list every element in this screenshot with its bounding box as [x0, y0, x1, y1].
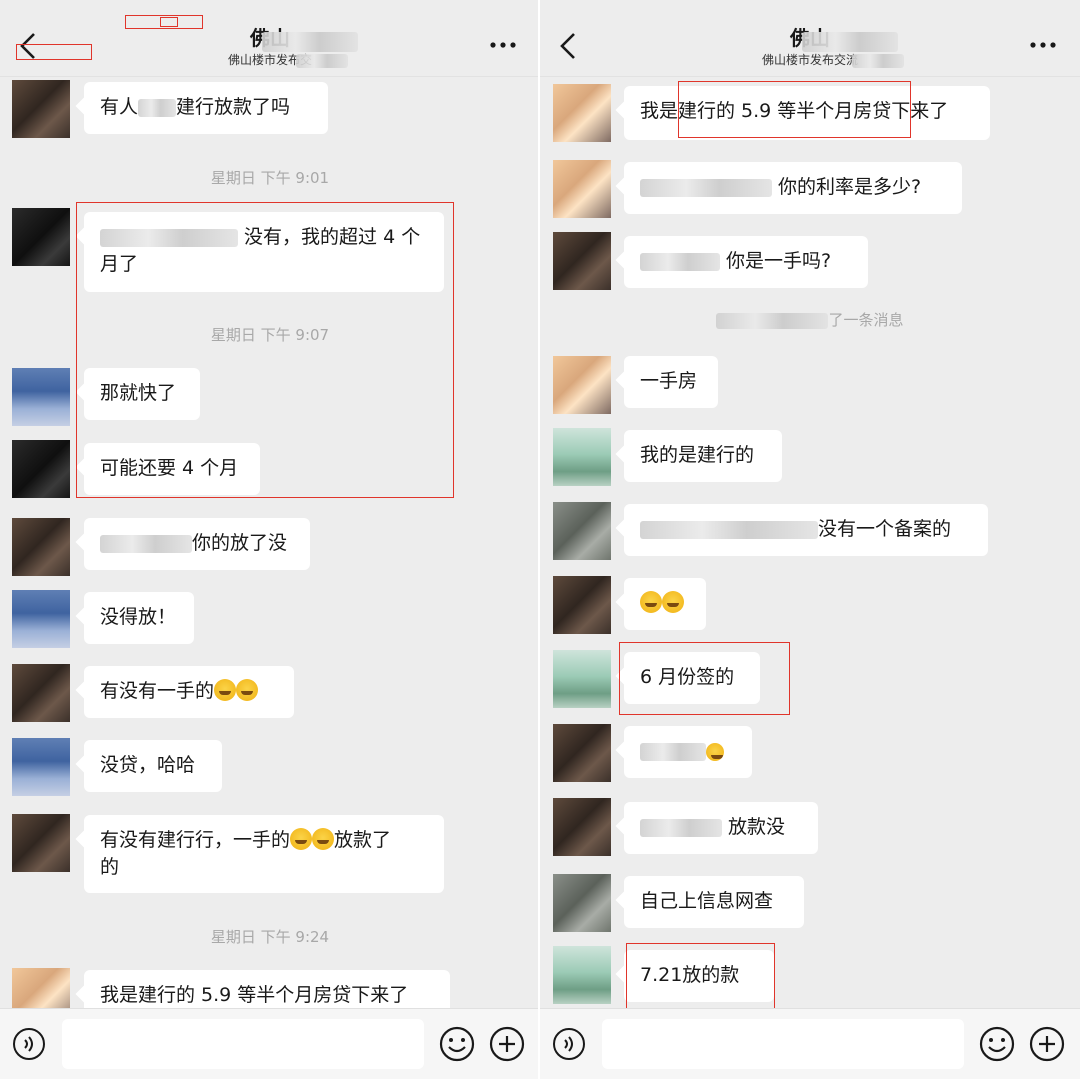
timestamp: 星期日 下午 9:01 — [210, 169, 330, 187]
avatar[interactable] — [12, 664, 70, 722]
message-input[interactable] — [602, 1019, 964, 1069]
blurred-subtitle-text — [296, 54, 348, 68]
blurred-mention — [640, 252, 720, 271]
more-options-icon[interactable] — [1028, 30, 1058, 60]
avatar[interactable] — [12, 518, 70, 576]
more-options-icon[interactable] — [488, 30, 518, 60]
message-bubble[interactable] — [624, 578, 706, 630]
plus-icon[interactable] — [1028, 1025, 1066, 1063]
message-bubble[interactable]: 你的放了没 — [84, 518, 310, 570]
chat-header: 佛山 佛山楼市发布交 — [0, 0, 540, 77]
chat-subtitle: 佛山楼市发布交流 — [761, 53, 858, 67]
message-bubble[interactable]: 没得放！ — [84, 592, 194, 644]
avatar[interactable] — [12, 80, 70, 138]
message-text: 有没有建行行，一手的 — [100, 829, 291, 851]
emoji-icon — [706, 743, 724, 761]
message-bubble[interactable]: 有没有一手的 — [84, 666, 294, 718]
annotation-box — [626, 943, 775, 1010]
avatar[interactable] — [12, 814, 70, 872]
message-bubble[interactable]: 你的利率是多少? — [624, 162, 962, 214]
message-text: 我是建行的 5.9 等半个月房贷下来了 — [100, 984, 409, 1006]
avatar[interactable] — [12, 368, 70, 426]
message-text: 建行放款了吗 — [176, 96, 291, 118]
system-notice: 了一条消息 — [540, 309, 1080, 330]
laughing-crying-emoji-icon — [640, 591, 662, 613]
avatar[interactable] — [12, 440, 70, 498]
avatar[interactable] — [12, 738, 70, 796]
message-bubble[interactable]: 自己上信息网查 — [624, 876, 804, 928]
message-text: 一手房 — [640, 370, 698, 392]
annotation-box — [619, 642, 790, 715]
message-text: 你的放了没 — [192, 532, 288, 554]
message-text: 有人 — [100, 96, 139, 118]
message-bubble[interactable]: 放款没 — [624, 802, 818, 854]
avatar[interactable] — [553, 798, 611, 856]
chat-header: 佛山 佛山楼市发布交流 — [540, 0, 1080, 77]
voice-icon[interactable] — [12, 1027, 46, 1061]
message-input[interactable] — [62, 1019, 424, 1069]
laughing-crying-emoji-icon — [662, 591, 684, 613]
avatar[interactable] — [553, 232, 611, 290]
message-text: 我的是建行的 — [640, 444, 755, 466]
message-text: 有没有一手的 — [100, 680, 215, 702]
annotation-box — [16, 44, 92, 60]
annotation-box — [76, 202, 454, 498]
system-notice-text: 了一条消息 — [828, 311, 904, 329]
avatar[interactable] — [553, 502, 611, 560]
avatar[interactable] — [553, 428, 611, 486]
message-bubble[interactable]: 有没有建行行，一手的 放款了 的 — [84, 815, 444, 893]
chat-panel-left: 佛山 佛山楼市发布交 有人建行放款了吗 星期日 下午 9:01 没有，我的超过 … — [0, 0, 540, 1079]
input-bar — [540, 1008, 1080, 1079]
emoji-icon[interactable] — [978, 1025, 1016, 1063]
input-bar — [0, 1008, 540, 1079]
blurred-mention — [100, 534, 192, 553]
avatar[interactable] — [553, 724, 611, 782]
avatar[interactable] — [12, 208, 70, 266]
crying-emoji-icon — [312, 828, 335, 850]
blurred-mention — [640, 818, 722, 837]
message-bubble[interactable] — [624, 726, 752, 778]
avatar[interactable] — [553, 84, 611, 142]
crying-emoji-icon — [290, 828, 313, 850]
chat-panel-right: 佛山 佛山楼市发布交流 我是建行的 5.9 等半个月房贷下来了 你的利率是多少?… — [540, 0, 1080, 1079]
blurred-mention — [640, 520, 818, 539]
message-bubble[interactable]: 我的是建行的 — [624, 430, 782, 482]
avatar[interactable] — [553, 650, 611, 708]
crying-emoji-icon — [236, 679, 259, 701]
message-bubble[interactable]: 没有一个备案的 — [624, 504, 988, 556]
message-text: 没贷，哈哈 — [100, 754, 196, 776]
avatar[interactable] — [553, 576, 611, 634]
voice-icon[interactable] — [552, 1027, 586, 1061]
message-text: 自己上信息网查 — [640, 890, 774, 912]
message-bubble[interactable]: 一手房 — [624, 356, 718, 408]
message-bubble[interactable]: 没贷，哈哈 — [84, 740, 222, 792]
message-text: 没得放！ — [100, 606, 177, 628]
avatar[interactable] — [553, 946, 611, 1004]
message-text: 没有一个备案的 — [818, 518, 952, 540]
blurred-title-text — [262, 32, 358, 52]
blurred-title-text — [802, 32, 898, 52]
avatar[interactable] — [553, 356, 611, 414]
message-text: 放款没 — [728, 816, 786, 838]
plus-icon[interactable] — [488, 1025, 526, 1063]
avatar[interactable] — [553, 160, 611, 218]
annotation-box — [678, 81, 911, 138]
avatar[interactable] — [553, 874, 611, 932]
message-text: 你是一手吗? — [726, 250, 832, 272]
annotation-box — [160, 17, 178, 27]
blurred-text — [716, 312, 829, 329]
message-text: 你的利率是多少? — [778, 176, 922, 198]
blurred-subtitle-text — [852, 54, 904, 68]
blurred-text — [640, 742, 706, 761]
blurred-text — [138, 98, 177, 117]
timestamp: 星期日 下午 9:24 — [210, 928, 330, 946]
message-text: 放款了 — [334, 829, 392, 851]
blurred-mention — [640, 178, 772, 197]
message-text: 的 — [100, 856, 120, 878]
message-bubble[interactable]: 你是一手吗? — [624, 236, 868, 288]
avatar[interactable] — [12, 590, 70, 648]
message-bubble[interactable]: 有人 建行放款了吗 — [84, 82, 328, 134]
emoji-icon[interactable] — [438, 1025, 476, 1063]
crying-emoji-icon — [214, 679, 237, 701]
